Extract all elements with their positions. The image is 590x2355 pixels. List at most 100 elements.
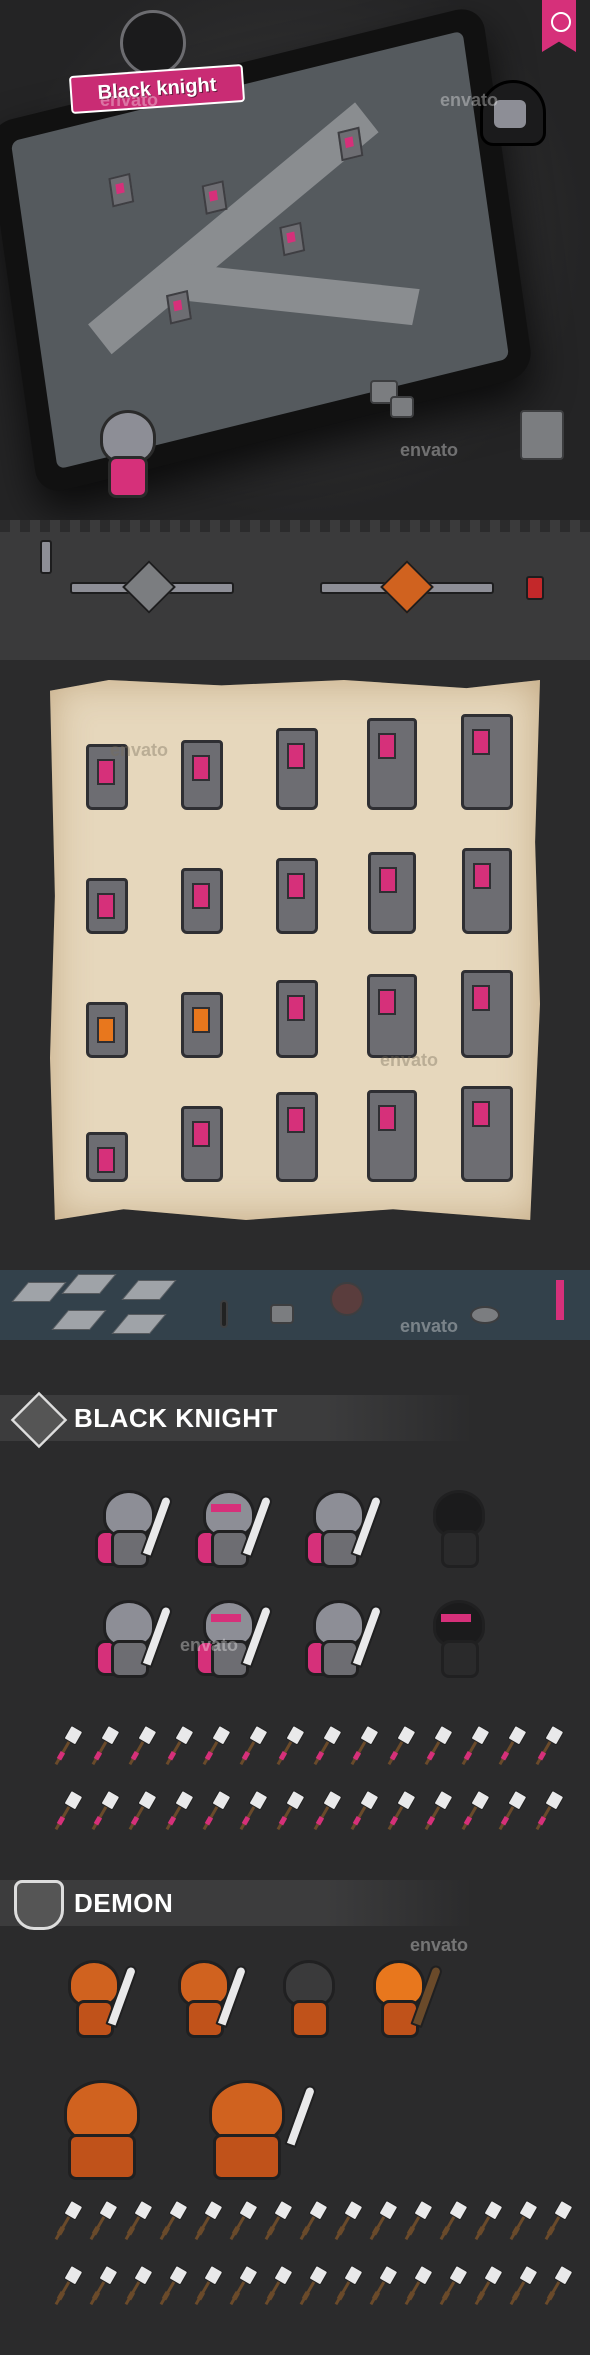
tower-level-4 <box>357 710 427 810</box>
watermark: envato <box>400 440 459 460</box>
gravestone <box>520 410 564 460</box>
watermark: envato <box>180 1635 239 1655</box>
weapon-icon <box>309 1724 343 1767</box>
weapon-icon <box>161 1724 195 1767</box>
weapon-icon <box>225 2199 259 2242</box>
tower-level-2 <box>167 710 237 810</box>
axe-icon <box>526 576 544 600</box>
weapon-icon <box>87 1789 121 1832</box>
tower-sprite <box>279 221 306 257</box>
weapon-icon <box>420 1789 454 1832</box>
section-title: DEMON <box>74 1888 174 1918</box>
tower-level-3 <box>262 958 332 1058</box>
floor-tile <box>51 1310 107 1330</box>
weapon-icon <box>120 2199 154 2242</box>
weapon-icon <box>87 1724 121 1767</box>
demon-unit <box>60 1960 139 2040</box>
weapon-icon <box>365 2199 399 2242</box>
weapon-icon <box>272 1724 306 1767</box>
weapon-icon <box>435 2199 469 2242</box>
weapon-icon <box>365 2264 399 2307</box>
tower-grid <box>72 710 522 1206</box>
weapon-icon <box>235 1724 269 1767</box>
weapon-icon <box>295 2264 329 2307</box>
demon-fire-mage-unit <box>365 1960 444 2040</box>
spear-strip <box>0 520 590 660</box>
knight-unit <box>305 1490 384 1570</box>
torch-icon <box>40 540 52 574</box>
horned-spear-head-icon <box>380 560 434 614</box>
weapon-icon <box>494 1789 528 1832</box>
knight-unit <box>95 1490 174 1570</box>
watermark: envato <box>440 90 499 110</box>
weapon-icon <box>198 1789 232 1832</box>
weapon-icon <box>383 1789 417 1832</box>
tower-sprite <box>166 289 192 325</box>
weapon-icon <box>155 2199 189 2242</box>
hero-section: Black knight envato envato envato <box>0 0 590 520</box>
weapon-icon <box>50 2264 84 2307</box>
weapon-icon <box>50 1789 84 1832</box>
weapon-icon <box>295 2199 329 2242</box>
demon-brute-unit <box>50 2080 160 2180</box>
watermark: envato <box>380 1050 439 1070</box>
terrain-tiles-strip: envato <box>0 1270 590 1340</box>
weapon-icon <box>50 2199 84 2242</box>
reaper-unit <box>425 1490 495 1570</box>
weapon-icon <box>309 1789 343 1832</box>
weapon-icon <box>155 2264 189 2307</box>
reaper-face <box>494 100 526 128</box>
weapon-icon <box>400 2264 434 2307</box>
tower-level-4 <box>357 1082 427 1182</box>
weapon-icon <box>85 2199 119 2242</box>
weapon-icon <box>457 1724 491 1767</box>
demon-brute-unit <box>195 2080 318 2180</box>
weapon-icon <box>190 2264 224 2307</box>
spiked-spear-head-icon <box>122 560 176 614</box>
rock-icon <box>270 1304 294 1324</box>
tower-sprite <box>201 180 228 215</box>
section-header-demon: DEMON <box>0 1880 590 1930</box>
weapon-icon <box>540 2199 574 2242</box>
weapon-icon <box>494 1724 528 1767</box>
knight-unit <box>95 1600 174 1680</box>
weapon-icon <box>531 1789 565 1832</box>
reaper-unit <box>425 1600 495 1680</box>
demon-emblem-icon <box>14 1880 64 1930</box>
weapon-icon <box>260 2264 294 2307</box>
weapon-icon <box>198 1724 232 1767</box>
watermark: envato <box>100 90 159 110</box>
weapon-icon <box>346 1724 380 1767</box>
watermark: envato <box>110 740 169 760</box>
weapon-icon <box>470 2264 504 2307</box>
tower-level-5 <box>452 710 522 810</box>
weapon-icon <box>50 1724 84 1767</box>
tower-level-4 <box>357 958 427 1058</box>
demon-unit <box>170 1960 249 2040</box>
section-header-black-knight: BLACK KNIGHT <box>0 1391 590 1449</box>
weapon-icon <box>190 2199 224 2242</box>
weapon-icon <box>272 1789 306 1832</box>
banner-flag-icon <box>556 1280 564 1320</box>
floor-tile <box>11 1282 67 1302</box>
tower-level-3 <box>262 834 332 934</box>
weapon-icon <box>161 1789 195 1832</box>
tower-row <box>72 958 522 1058</box>
knight-character <box>90 410 170 500</box>
weapon-icon <box>260 2199 294 2242</box>
flag-marker-icon <box>470 1306 500 1324</box>
tower-sprite <box>108 172 135 208</box>
demon-archer-unit <box>275 1960 345 2040</box>
tower-level-1 <box>72 834 142 934</box>
tower-level-1 <box>72 1082 142 1182</box>
tower-level-3 <box>262 1082 332 1182</box>
weapon-icon <box>470 2199 504 2242</box>
knight-emblem-icon <box>10 1391 68 1449</box>
stone-block <box>390 396 414 418</box>
weapon-icon <box>235 1789 269 1832</box>
zigzag-border <box>0 520 590 532</box>
weapon-icon <box>124 1724 158 1767</box>
floor-tile <box>61 1274 117 1294</box>
weapon-icon <box>383 1724 417 1767</box>
weapon-icon <box>540 2264 574 2307</box>
